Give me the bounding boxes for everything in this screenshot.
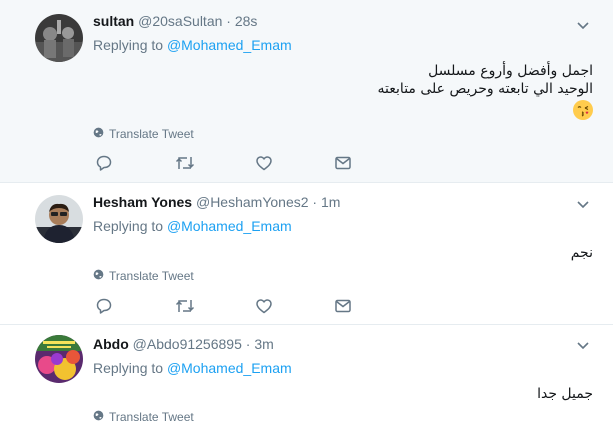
separator-dot: · xyxy=(245,336,251,352)
avatar[interactable] xyxy=(35,14,83,62)
tweet-text-line: جميل جدا xyxy=(537,386,593,402)
user-handle[interactable]: @HeshamYones2 xyxy=(196,194,309,210)
chevron-down-icon[interactable] xyxy=(575,337,591,353)
display-name[interactable]: Abdo xyxy=(93,336,129,352)
chevron-down-icon[interactable] xyxy=(575,17,591,33)
translate-label[interactable]: Translate Tweet xyxy=(109,269,194,283)
reply-icon[interactable] xyxy=(93,152,115,174)
tweet-text: نجم xyxy=(571,244,593,262)
tweet-text-line: الوحيد الي تابعته وحريص على متابعته xyxy=(377,81,593,97)
tweet-text-line: نجم xyxy=(570,245,593,261)
replying-prefix: Replying to xyxy=(93,360,164,376)
tweet-header: Hesham Yones @HeshamYones2 · 1m xyxy=(93,194,340,210)
tweet-header: Abdo @Abdo91256895 · 3m xyxy=(93,336,274,352)
translate-tweet[interactable]: Translate Tweet xyxy=(93,410,194,424)
translate-label[interactable]: Translate Tweet xyxy=(109,410,194,424)
avatar[interactable] xyxy=(35,195,83,243)
globe-icon xyxy=(93,127,104,141)
tweet-text-line: اجمل وأفضل وأروع مسلسل xyxy=(428,63,593,79)
separator-dot: · xyxy=(312,194,318,210)
mention-link[interactable]: @Mohamed_Emam xyxy=(167,218,292,234)
display-name[interactable]: Hesham Yones xyxy=(93,194,192,210)
user-handle[interactable]: @Abdo91256895 xyxy=(133,336,242,352)
envelope-icon[interactable] xyxy=(332,152,354,174)
user-handle[interactable]: @20saSultan xyxy=(138,13,222,29)
reply-icon[interactable] xyxy=(93,295,115,317)
globe-icon xyxy=(93,269,104,283)
tweet-text: جميل جدا xyxy=(537,385,593,403)
tweet-header: sultan @20saSultan · 28s xyxy=(93,13,257,29)
replying-to: Replying to @Mohamed_Emam xyxy=(93,360,292,376)
translate-tweet[interactable]: Translate Tweet xyxy=(93,269,194,283)
tweet-text: اجمل وأفضل وأروع مسلسل الوحيد الي تابعته… xyxy=(378,62,593,122)
replying-to: Replying to @Mohamed_Emam xyxy=(93,37,292,53)
tweet-actions xyxy=(93,152,363,174)
timestamp[interactable]: 1m xyxy=(321,194,340,210)
envelope-icon[interactable] xyxy=(332,295,354,317)
retweet-icon[interactable] xyxy=(174,152,196,174)
timestamp[interactable]: 28s xyxy=(235,13,258,29)
retweet-icon[interactable] xyxy=(174,295,196,317)
display-name[interactable]: sultan xyxy=(93,13,134,29)
tweet[interactable]: Hesham Yones @HeshamYones2 · 1m Replying… xyxy=(0,183,613,325)
heart-icon[interactable] xyxy=(253,152,275,174)
timestamp[interactable]: 3m xyxy=(254,336,273,352)
globe-icon xyxy=(93,410,104,424)
chevron-down-icon[interactable] xyxy=(575,196,591,212)
separator-dot: · xyxy=(226,13,231,29)
replying-prefix: Replying to xyxy=(93,37,164,53)
kissing-face-emoji xyxy=(573,100,593,120)
replying-to: Replying to @Mohamed_Emam xyxy=(93,218,292,234)
mention-link[interactable]: @Mohamed_Emam xyxy=(167,360,292,376)
tweet-actions xyxy=(93,295,363,317)
mention-link[interactable]: @Mohamed_Emam xyxy=(167,37,292,53)
replying-prefix: Replying to xyxy=(93,218,164,234)
tweet[interactable]: Abdo @Abdo91256895 · 3m Replying to @Moh… xyxy=(0,325,613,437)
translate-label[interactable]: Translate Tweet xyxy=(109,127,194,141)
tweet[interactable]: sultan @20saSultan · 28s Replying to @Mo… xyxy=(0,0,613,183)
avatar[interactable] xyxy=(35,335,83,383)
translate-tweet[interactable]: Translate Tweet xyxy=(93,127,194,141)
heart-icon[interactable] xyxy=(253,295,275,317)
